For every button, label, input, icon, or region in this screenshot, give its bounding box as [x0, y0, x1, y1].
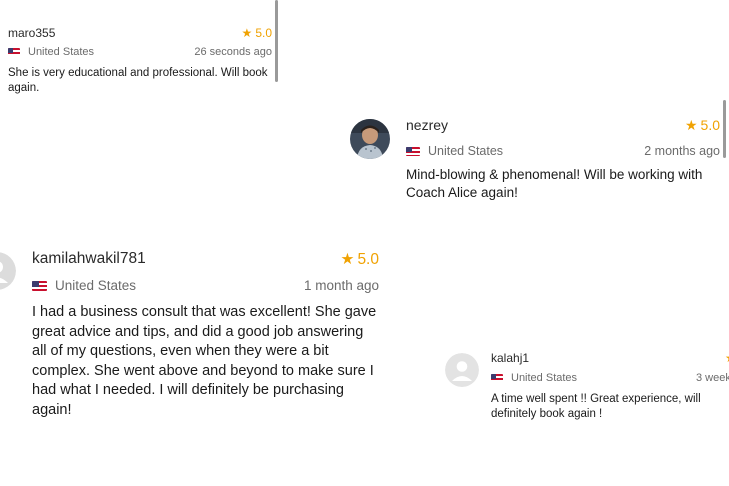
review-rating: ★: [725, 351, 729, 365]
star-icon: ★: [340, 251, 355, 268]
user-placeholder-icon: [445, 353, 479, 387]
star-icon: ★: [241, 26, 253, 40]
review-card: nezrey ★ 5.0 United States 2 months ago M…: [350, 117, 720, 207]
review-time: 2 months ago: [644, 144, 720, 158]
us-flag-icon: [406, 147, 420, 157]
reviewer-name[interactable]: maro355: [8, 26, 55, 40]
reviews-canvas: maro355 ★ 5.0 United States 26 seconds ag…: [0, 0, 729, 486]
rating-value: 5.0: [255, 26, 272, 40]
avatar[interactable]: [445, 353, 479, 387]
reviewer-name[interactable]: nezrey: [406, 117, 448, 133]
reviewer-country: United States: [491, 372, 577, 384]
country-name: United States: [55, 278, 137, 293]
user-placeholder-icon: [0, 252, 16, 290]
country-name: United States: [428, 144, 504, 158]
avatar-photo: [350, 119, 390, 159]
us-flag-icon: [32, 281, 47, 292]
avatar[interactable]: [350, 119, 390, 159]
review-text: Mind-blowing & phenomenal! Will be worki…: [406, 167, 703, 200]
review-time: 1 month ago: [303, 278, 379, 293]
reviewer-name[interactable]: kalahj1: [491, 351, 529, 365]
star-icon: ★: [725, 351, 729, 365]
review-card: kamilahwakil781 ★ 5.0 United States 1 mon…: [0, 250, 379, 430]
review-text: A time well spent !! Great experience, w…: [491, 393, 701, 420]
review-time: 26 seconds ago: [194, 46, 272, 58]
rating-value: 5.0: [357, 251, 379, 268]
avatar[interactable]: [0, 252, 16, 290]
review-card: maro355 ★ 5.0 United States 26 seconds ag…: [8, 26, 272, 96]
country-name: United States: [28, 46, 95, 58]
rating-value: 5.0: [700, 117, 720, 133]
reviewer-name[interactable]: kamilahwakil781: [32, 250, 146, 268]
review-rating: ★ 5.0: [242, 26, 272, 40]
reviewer-country: United States: [32, 278, 136, 293]
reviewer-country: United States: [406, 144, 503, 158]
review-rating: ★ 5.0: [341, 250, 379, 269]
us-flag-icon: [491, 374, 503, 383]
scrollbar-thumb[interactable]: [723, 100, 726, 158]
review-text: She is very educational and professional…: [8, 67, 268, 94]
us-flag-icon: [8, 48, 20, 57]
review-rating: ★ 5.0: [685, 117, 720, 134]
review-text: I had a business consult that was excell…: [32, 304, 377, 418]
scrollbar-thumb[interactable]: [275, 0, 278, 82]
star-icon: ★: [684, 117, 698, 133]
country-name: United States: [511, 372, 578, 384]
review-time: 3 week: [696, 372, 729, 384]
reviewer-country: United States: [8, 46, 94, 58]
review-card: kalahj1 ★ United States 3 week A time we…: [445, 351, 729, 431]
